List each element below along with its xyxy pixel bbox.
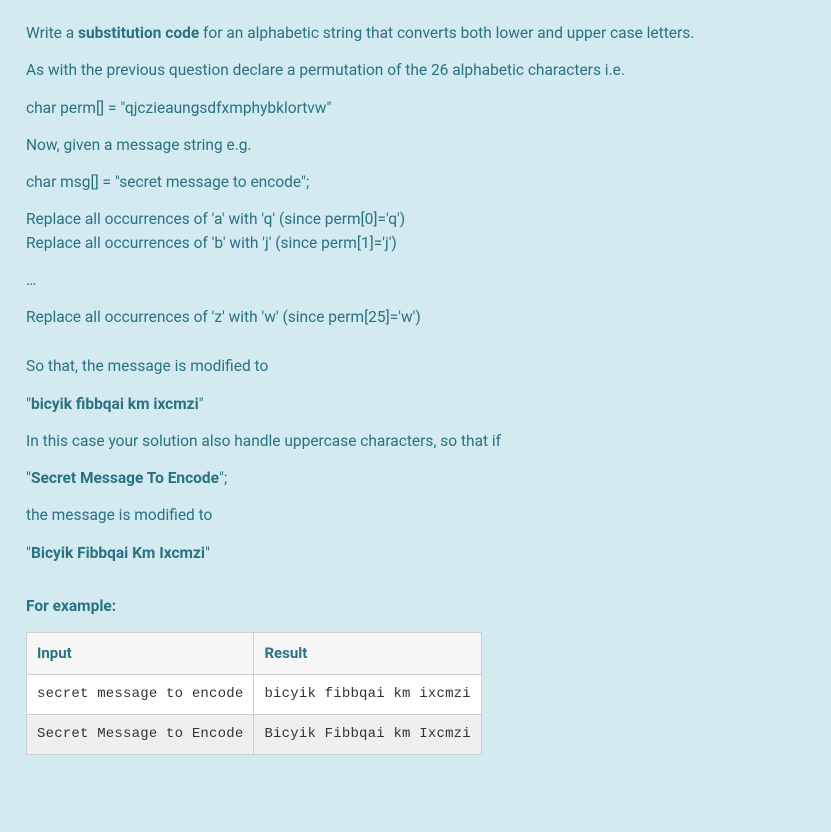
paragraph-intro: Write a substitution code for an alphabe… bbox=[26, 22, 805, 45]
text: Replace all occurrences of 'b' with 'j' … bbox=[26, 234, 397, 252]
code-line: char perm[] = "qjczieaungsdfxmphybklortv… bbox=[26, 97, 805, 120]
paragraph-replace: Replace all occurrences of 'a' with 'q' … bbox=[26, 208, 805, 255]
table-cell-input: Secret Message to Encode bbox=[27, 714, 254, 754]
paragraph: Now, given a message string e.g. bbox=[26, 134, 805, 157]
table-header-input: Input bbox=[27, 633, 254, 675]
paragraph: So that, the message is modified to bbox=[26, 355, 805, 378]
table-cell-result: Bicyik Fibbqai km Ixcmzi bbox=[254, 714, 481, 754]
code-line: char msg[] = "secret message to encode"; bbox=[26, 171, 805, 194]
text: "; bbox=[219, 469, 227, 487]
paragraph: Replace all occurrences of 'z' with 'w' … bbox=[26, 306, 805, 329]
text: Replace all occurrences of 'a' with 'q' … bbox=[26, 210, 405, 228]
bold-text: bicyik fibbqai km ixcmzi bbox=[31, 395, 199, 413]
text: for an alphabetic string that converts b… bbox=[199, 24, 694, 42]
paragraph: As with the previous question declare a … bbox=[26, 59, 805, 82]
paragraph: the message is modified to bbox=[26, 504, 805, 527]
for-example-heading: For example: bbox=[26, 595, 805, 618]
table-cell-result: bicyik fibbqai km ixcmzi bbox=[254, 674, 481, 714]
paragraph-uppercase-result: "Bicyik Fibbqai Km Ixcmzi" bbox=[26, 542, 805, 565]
table-header-result: Result bbox=[254, 633, 481, 675]
table-header-row: Input Result bbox=[27, 633, 482, 675]
text: " bbox=[199, 395, 204, 413]
table-cell-input: secret message to encode bbox=[27, 674, 254, 714]
paragraph-result: "bicyik fibbqai km ixcmzi" bbox=[26, 393, 805, 416]
table-row: Secret Message to Encode Bicyik Fibbqai … bbox=[27, 714, 482, 754]
bold-text: substitution code bbox=[78, 24, 199, 42]
paragraph: In this case your solution also handle u… bbox=[26, 430, 805, 453]
bold-text: Secret Message To Encode bbox=[31, 469, 219, 487]
ellipsis: … bbox=[26, 269, 805, 292]
text: Write a bbox=[26, 24, 78, 42]
table-row: secret message to encode bicyik fibbqai … bbox=[27, 674, 482, 714]
paragraph-uppercase-example: "Secret Message To Encode"; bbox=[26, 467, 805, 490]
text: " bbox=[205, 544, 210, 562]
bold-text: Bicyik Fibbqai Km Ixcmzi bbox=[31, 544, 205, 562]
example-table: Input Result secret message to encode bi… bbox=[26, 632, 482, 755]
